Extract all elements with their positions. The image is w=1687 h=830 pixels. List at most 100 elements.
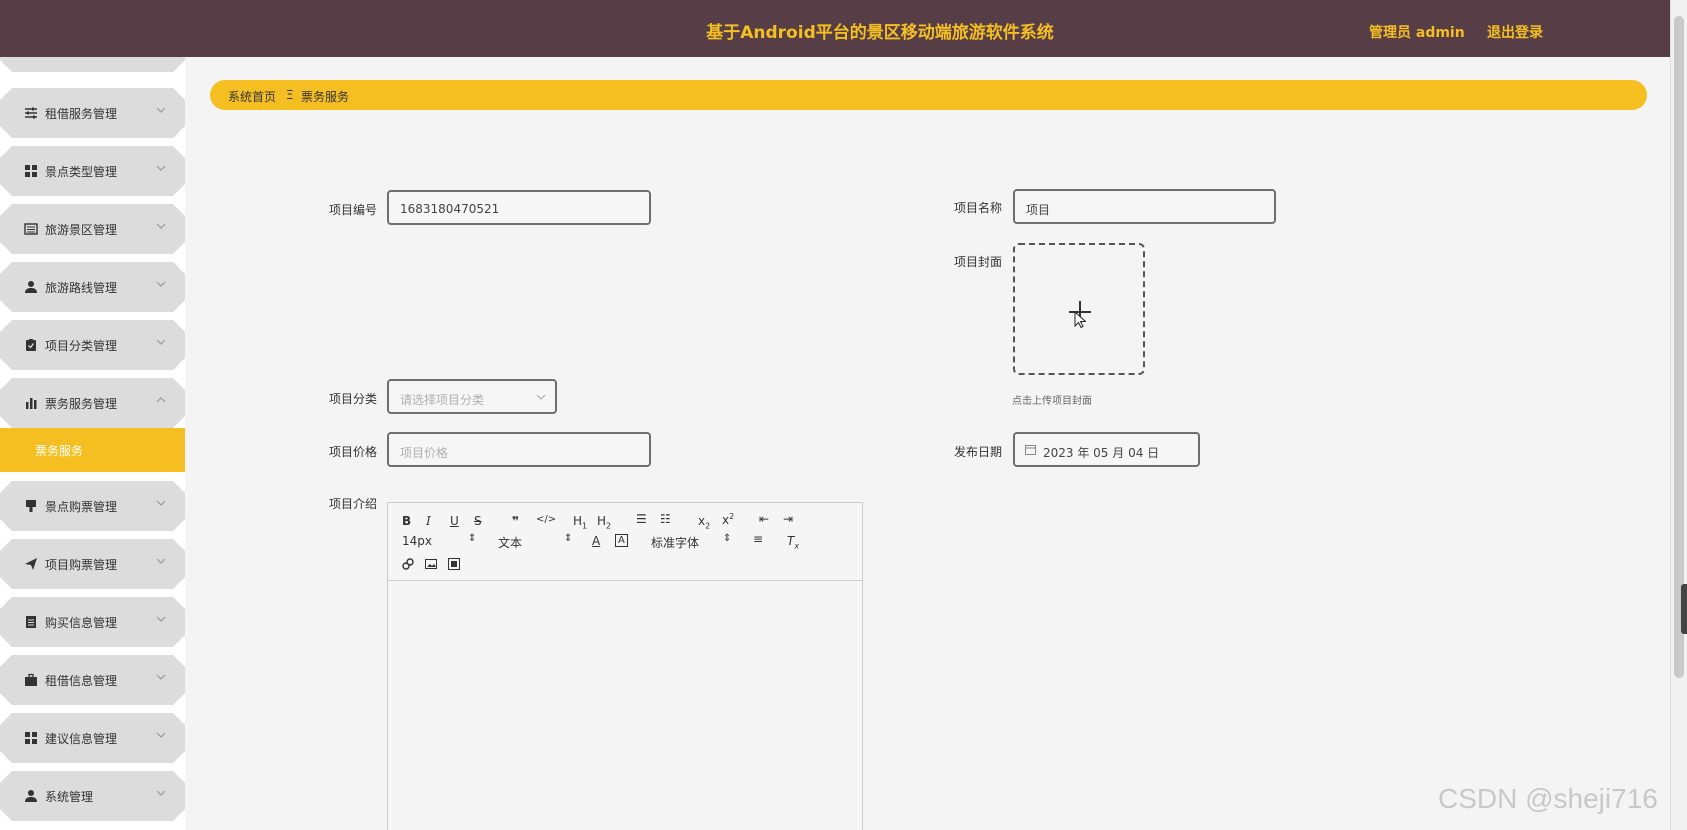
sidebar-item-system[interactable]: 系统管理 bbox=[0, 771, 185, 821]
chevron-down-icon bbox=[156, 281, 166, 287]
grid-icon bbox=[25, 732, 37, 744]
chevron-down-icon bbox=[156, 339, 166, 345]
superscript-icon[interactable]: x2 bbox=[722, 512, 734, 527]
updown-icon: ⇕ bbox=[723, 533, 732, 544]
outdent-icon[interactable]: ⇤ bbox=[759, 512, 769, 526]
sidebar-item-rental-service[interactable]: 租借服务管理 bbox=[0, 88, 185, 138]
sidebar-item-label: 建议信息管理 bbox=[45, 732, 118, 746]
publish-date-value: 2023 年 05 月 04 日 bbox=[1043, 446, 1160, 460]
cover-upload-box[interactable] bbox=[1013, 243, 1145, 375]
code-icon[interactable]: </> bbox=[536, 514, 556, 525]
breadcrumb-separator: Ξ bbox=[286, 88, 294, 102]
document-icon bbox=[26, 616, 36, 628]
logout-link[interactable]: 退出登录 bbox=[1487, 22, 1543, 42]
side-panel-handle[interactable] bbox=[1681, 584, 1687, 634]
category-select[interactable]: 请选择项目分类 bbox=[387, 379, 557, 414]
item-name-label: 项目名称 bbox=[954, 201, 1003, 215]
sidebar-item-item-category[interactable]: 项目分类管理 bbox=[0, 320, 185, 370]
sidebar-item-label: 景点类型管理 bbox=[45, 165, 118, 179]
item-no-label: 项目编号 bbox=[329, 203, 378, 217]
clipboard-icon bbox=[26, 339, 36, 351]
calendar-icon bbox=[1025, 445, 1036, 455]
sidebar-item-label: 旅游景区管理 bbox=[45, 223, 118, 237]
chevron-down-icon bbox=[156, 732, 166, 738]
scrollbar-thumb[interactable] bbox=[1674, 16, 1684, 678]
sidebar-item-scenic-ticket[interactable]: 景点购票管理 bbox=[0, 481, 185, 531]
sidebar-item-ticket-service[interactable]: 票务服务管理 bbox=[0, 378, 185, 428]
chevron-down-icon bbox=[156, 616, 166, 622]
page-scrollbar[interactable] bbox=[1670, 0, 1687, 830]
sidebar-item-label: 项目分类管理 bbox=[45, 339, 118, 353]
mouse-cursor-icon bbox=[1074, 311, 1086, 329]
updown-icon: ⇕ bbox=[564, 533, 573, 544]
clear-format-icon[interactable]: Tx bbox=[787, 534, 799, 550]
italic-icon[interactable]: I bbox=[426, 514, 431, 528]
sidebar-item-label: 租借服务管理 bbox=[45, 107, 118, 121]
font-color-icon[interactable]: A bbox=[592, 534, 600, 548]
current-user-label: 管理员 admin bbox=[1369, 25, 1465, 41]
strikethrough-icon[interactable]: S bbox=[474, 514, 482, 528]
sidebar-item-project-ticket[interactable]: 项目购票管理 bbox=[0, 539, 185, 589]
editor-toolbar: B I U S ❞ </> H1 H2 ☰ ☷ x2 x2 ⇤ ⇥ 14px ⇕… bbox=[388, 503, 862, 581]
font-family-select[interactable]: 标准字体 bbox=[651, 534, 699, 551]
updown-icon: ⇕ bbox=[468, 533, 477, 544]
blockquote-icon[interactable]: ❞ bbox=[512, 514, 519, 528]
video-icon[interactable] bbox=[448, 558, 460, 570]
heading2-icon[interactable]: H2 bbox=[597, 514, 611, 530]
item-name-input[interactable]: 项目 bbox=[1013, 189, 1276, 224]
bookmark-icon bbox=[26, 500, 36, 512]
bold-icon[interactable]: B bbox=[402, 514, 411, 528]
bar-chart-icon bbox=[26, 398, 37, 409]
sidebar-item-label: 项目购票管理 bbox=[45, 558, 118, 572]
font-size-select[interactable]: 14px bbox=[402, 534, 432, 548]
list-icon bbox=[24, 223, 38, 235]
heading1-icon[interactable]: H1 bbox=[573, 514, 587, 530]
sidebar-item-partial[interactable] bbox=[0, 57, 185, 72]
sidebar-item-rental-info[interactable]: 租借信息管理 bbox=[0, 655, 185, 705]
chevron-down-icon bbox=[536, 394, 546, 400]
chevron-down-icon bbox=[156, 165, 166, 171]
sidebar-item-tour-route[interactable]: 旅游路线管理 bbox=[0, 262, 185, 312]
send-icon bbox=[25, 558, 37, 570]
editor-content-area[interactable] bbox=[388, 582, 862, 830]
publish-date-label: 发布日期 bbox=[954, 445, 1003, 459]
bullet-list-icon[interactable]: ☷ bbox=[660, 512, 671, 526]
publish-date-input[interactable]: 2023 年 05 月 04 日 bbox=[1013, 432, 1200, 467]
cover-upload-hint: 点击上传项目封面 bbox=[1012, 396, 1092, 407]
category-select-placeholder: 请选择项目分类 bbox=[400, 393, 485, 407]
header-select[interactable]: 文本 bbox=[498, 534, 522, 551]
price-label: 项目价格 bbox=[329, 445, 378, 459]
link-icon[interactable] bbox=[402, 558, 414, 570]
breadcrumb: 系统首页 Ξ 票务服务 bbox=[210, 80, 1647, 110]
item-no-input[interactable]: 1683180470521 bbox=[387, 190, 651, 225]
app-root: 基于Android平台的景区移动端旅游软件系统 管理员 admin 退出登录 租… bbox=[0, 0, 1687, 830]
sidebar-item-label: 租借信息管理 bbox=[45, 674, 118, 688]
sidebar-item-label: 旅游路线管理 bbox=[45, 281, 118, 295]
rich-text-editor: B I U S ❞ </> H1 H2 ☰ ☷ x2 x2 ⇤ ⇥ 14px ⇕… bbox=[387, 502, 863, 830]
breadcrumb-home[interactable]: 系统首页 bbox=[228, 88, 276, 105]
sidebar-item-label: 景点购票管理 bbox=[45, 500, 118, 514]
chevron-down-icon bbox=[156, 558, 166, 564]
chevron-down-icon bbox=[156, 107, 166, 113]
sidebar-item-scenic-area[interactable]: 旅游景区管理 bbox=[0, 204, 185, 254]
subscript-icon[interactable]: x2 bbox=[698, 514, 710, 530]
chevron-up-icon bbox=[156, 397, 166, 403]
ordered-list-icon[interactable]: ☰ bbox=[636, 512, 647, 526]
sidebar-item-label: 票务服务管理 bbox=[45, 397, 118, 411]
indent-icon[interactable]: ⇥ bbox=[783, 512, 793, 526]
chevron-down-icon bbox=[156, 790, 166, 796]
sidebar-item-label: 系统管理 bbox=[45, 790, 94, 804]
sidebar-item-purchase-info[interactable]: 购买信息管理 bbox=[0, 597, 185, 647]
sliders-icon bbox=[25, 107, 37, 119]
image-icon[interactable] bbox=[425, 558, 437, 570]
sidebar-subitem-ticket-service[interactable]: 票务服务 bbox=[0, 428, 185, 472]
sidebar-subitem-label: 票务服务 bbox=[35, 444, 84, 458]
category-label: 项目分类 bbox=[329, 392, 378, 406]
sidebar-item-label: 购买信息管理 bbox=[45, 616, 118, 630]
price-input[interactable]: 项目价格 bbox=[387, 432, 651, 467]
align-icon[interactable]: ≡ bbox=[753, 532, 763, 546]
underline-icon[interactable]: U bbox=[450, 514, 459, 528]
sidebar-item-suggestion-info[interactable]: 建议信息管理 bbox=[0, 713, 185, 763]
sidebar-item-scenic-type[interactable]: 景点类型管理 bbox=[0, 146, 185, 196]
background-color-icon[interactable]: A bbox=[615, 534, 628, 547]
